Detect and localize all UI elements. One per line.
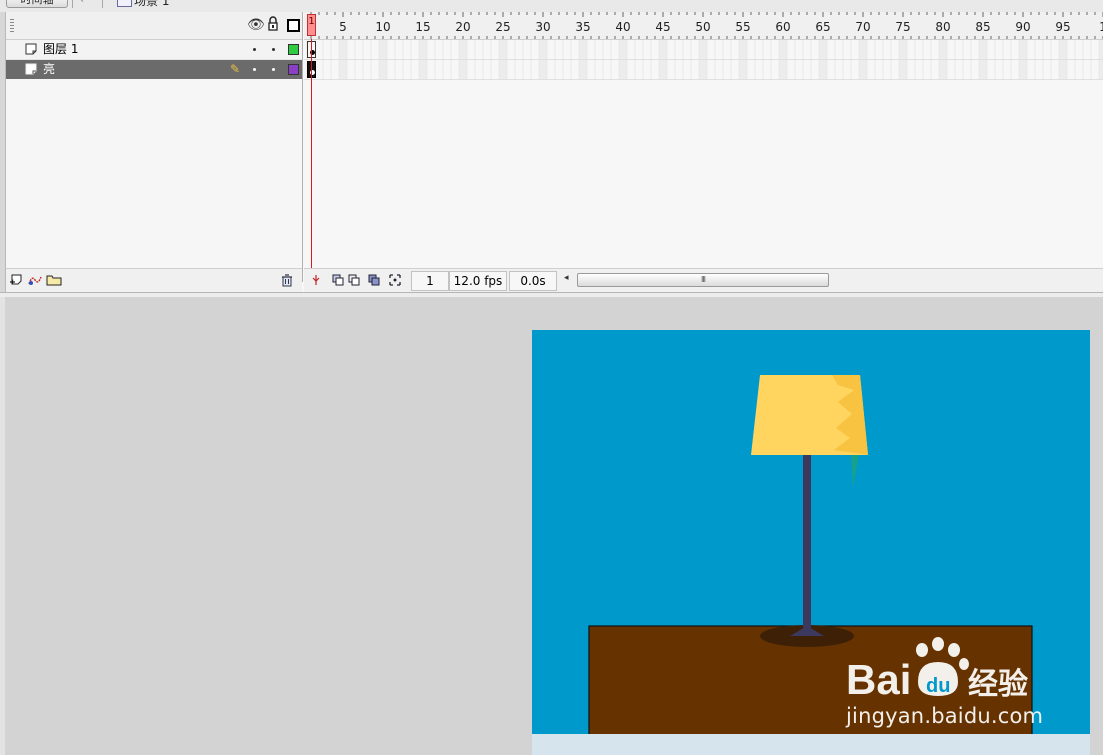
- onion-skin-outlines-icon[interactable]: [348, 274, 360, 286]
- ruler-ticks: [310, 12, 1103, 39]
- watermark-url: jingyan.baidu.com: [846, 704, 1044, 728]
- layer-color-swatch[interactable]: [288, 64, 299, 75]
- layer-row[interactable]: 图层 1: [6, 40, 302, 60]
- outline-icon[interactable]: [287, 19, 300, 32]
- layer-name[interactable]: 图层 1: [43, 42, 78, 57]
- layer-page-icon: [25, 43, 37, 55]
- layers-panel: 👁 图层 1 亮 ✎: [6, 12, 303, 282]
- svg-text:经验: 经验: [968, 667, 1028, 702]
- scene-label[interactable]: 场景 1: [134, 0, 169, 9]
- pencil-icon: ✎: [230, 62, 241, 76]
- frame-rate-field[interactable]: 12.0 fps: [449, 271, 507, 291]
- toolbar-separator: [102, 0, 103, 8]
- layers-header: 👁: [6, 12, 302, 40]
- playhead-line: [311, 39, 312, 268]
- visibility-dot[interactable]: [253, 48, 256, 51]
- horizontal-scrollbar[interactable]: III: [577, 273, 829, 287]
- lock-icon[interactable]: [268, 16, 278, 32]
- add-folder-icon[interactable]: [46, 274, 62, 286]
- add-motion-guide-icon[interactable]: [28, 274, 42, 286]
- lock-dot[interactable]: [272, 68, 275, 71]
- layer-page-icon: [25, 63, 37, 75]
- frame-row[interactable]: [304, 60, 1103, 80]
- lock-dot[interactable]: [272, 48, 275, 51]
- playhead[interactable]: 1: [307, 14, 316, 36]
- scene-icon: [117, 0, 132, 7]
- frame-row[interactable]: [304, 40, 1103, 60]
- layer-row-selected[interactable]: 亮 ✎: [6, 60, 302, 79]
- add-layer-icon[interactable]: [10, 274, 24, 286]
- onion-skin-icon[interactable]: [332, 274, 344, 286]
- floor: [532, 734, 1090, 755]
- elapsed-time-field: 0.0s: [509, 271, 557, 291]
- grip-handle[interactable]: [10, 19, 14, 32]
- edit-multiple-frames-icon[interactable]: [368, 274, 380, 286]
- back-arrow-icon[interactable]: ←: [80, 0, 89, 6]
- svg-text:du: du: [926, 675, 950, 697]
- center-frame-icon[interactable]: [310, 274, 322, 286]
- layer-color-swatch[interactable]: [288, 44, 299, 55]
- visibility-dot[interactable]: [253, 68, 256, 71]
- svg-text:Bai: Bai: [846, 656, 911, 702]
- current-frame-field[interactable]: 1: [411, 271, 449, 291]
- modify-onion-markers-icon[interactable]: [389, 274, 401, 286]
- timeline-status-bar: 1 12.0 fps 0.0s ◂ III: [304, 268, 1103, 293]
- lamp-pull-chain: [851, 454, 859, 488]
- scroll-left-arrow-icon[interactable]: ◂: [564, 273, 569, 283]
- layers-footer: [6, 268, 302, 293]
- baidu-watermark-logo: Bai du 经验: [846, 637, 1028, 702]
- eye-icon[interactable]: 👁: [247, 17, 265, 33]
- scrollbar-thumb[interactable]: III: [577, 273, 829, 287]
- lamp-pole[interactable]: [803, 454, 811, 630]
- top-toolbar: 时间轴 ← 场景 1: [0, 0, 1103, 12]
- tab-timeline[interactable]: 时间轴: [6, 0, 68, 8]
- panel-edge: [0, 297, 5, 755]
- layer-name[interactable]: 亮: [43, 62, 55, 77]
- toolbar-separator: [72, 0, 73, 8]
- frame-rows[interactable]: [304, 40, 1103, 80]
- frames-area[interactable]: 51015202530354045505560657075808590951 1: [304, 12, 1103, 268]
- timeline-panel: 👁 图层 1 亮 ✎ 5 10 15 20 25 30 35 40 45 50 …: [0, 12, 1103, 293]
- trash-icon[interactable]: [281, 274, 293, 287]
